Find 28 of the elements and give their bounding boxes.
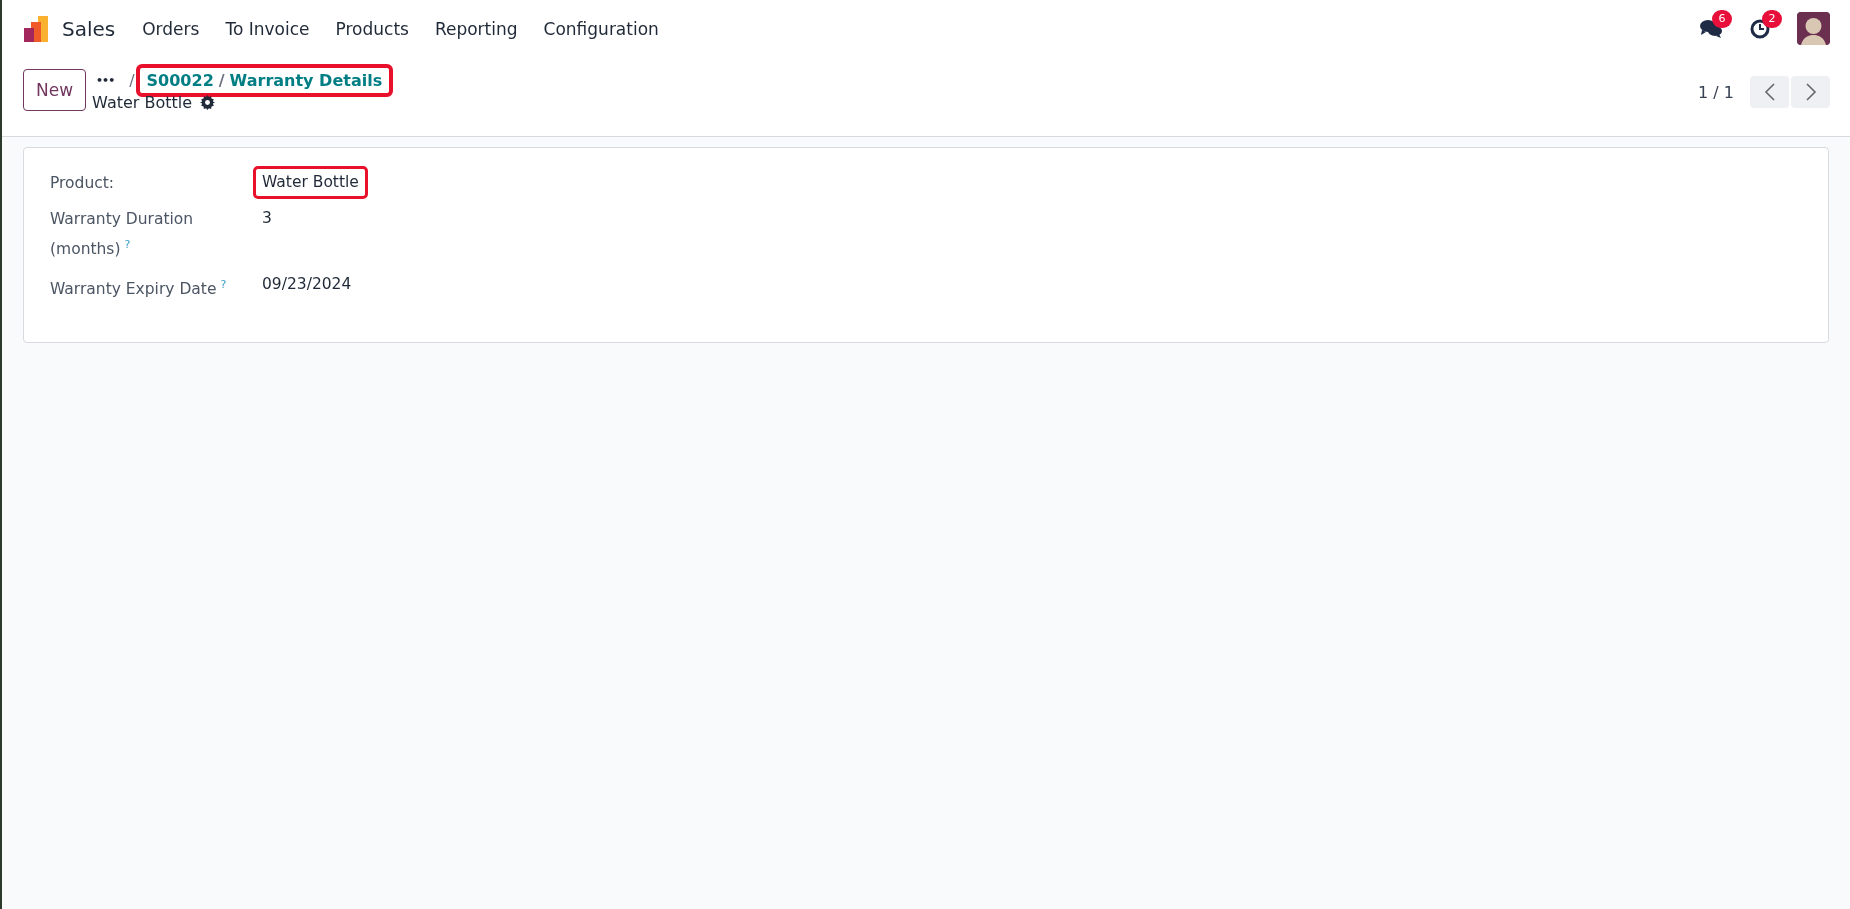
breadcrumb-more-icon[interactable]: ••• — [92, 74, 125, 87]
breadcrumb-separator: / — [218, 71, 225, 90]
breadcrumb-separator: / — [129, 71, 135, 90]
field-value: 3 — [261, 208, 273, 229]
field-label: Warranty Expiry Date $^{?}$ — [50, 277, 228, 301]
pager-value[interactable]: 1 / 1 — [1698, 82, 1734, 102]
breadcrumb-link[interactable]: Warranty Details — [229, 71, 383, 90]
record-title: Water Bottle — [92, 93, 193, 112]
chevron-left-icon — [1763, 83, 1776, 101]
avatar-icon[interactable] — [1797, 12, 1830, 45]
app-logo-icon[interactable] — [22, 14, 50, 43]
field-label: Warranty Duration (months) $^{?}$ — [50, 209, 195, 261]
menu-item[interactable]: Orders — [129, 12, 213, 45]
settings-icon[interactable] — [200, 95, 216, 110]
field-value: Water Bottle — [256, 169, 365, 196]
field-value: 09/23/2024 — [261, 274, 353, 296]
breadcrumb-link[interactable]: S00022 — [146, 71, 214, 90]
menu-item[interactable]: Reporting — [421, 12, 531, 45]
new-button[interactable]: New — [23, 69, 87, 111]
chevron-right-icon — [1804, 83, 1817, 101]
clock-icon[interactable] — [1749, 17, 1771, 40]
menu-item[interactable]: Configuration — [530, 12, 672, 45]
app-name[interactable]: Sales — [62, 16, 116, 41]
notification-badge: 6 — [1712, 9, 1732, 28]
notification-badge: 2 — [1762, 9, 1782, 28]
field-label: Product: — [50, 173, 116, 194]
menu-item[interactable]: To Invoice — [212, 12, 323, 45]
menu-item[interactable]: Products — [322, 12, 422, 45]
